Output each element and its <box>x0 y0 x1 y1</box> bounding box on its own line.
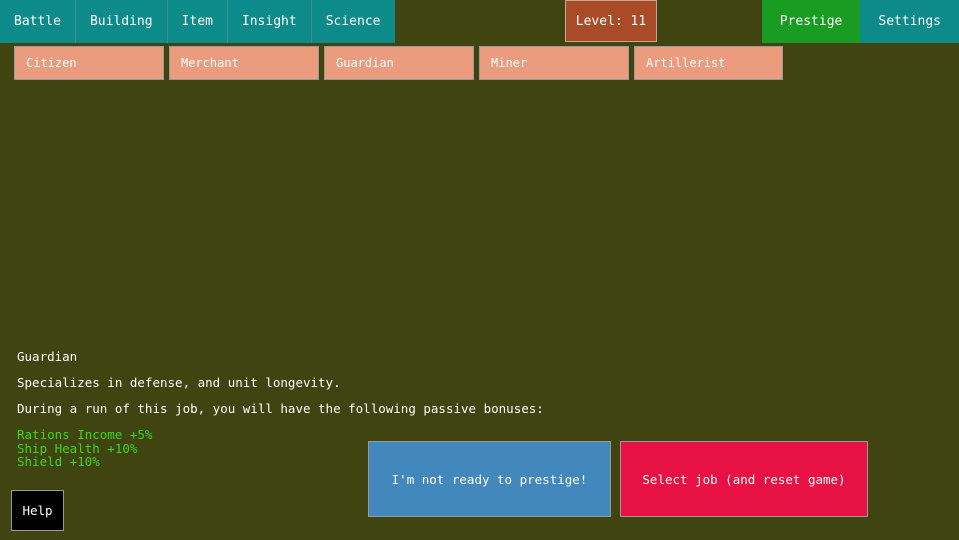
level-badge-label: Level: 11 <box>576 14 646 29</box>
nav-item-science-label: Science <box>326 14 381 29</box>
job-tab-merchant-label: Merchant <box>181 56 239 70</box>
job-bonus-rations-income: Rations Income +5% <box>17 428 717 442</box>
nav-right-group: Prestige Settings <box>762 0 959 43</box>
not-ready-to-prestige-button[interactable]: I'm not ready to prestige! <box>368 441 611 517</box>
top-navigation-bar: Battle Building Item Insight Science Lev… <box>0 0 959 43</box>
nav-item-building[interactable]: Building <box>76 0 168 43</box>
nav-item-prestige[interactable]: Prestige <box>762 0 861 43</box>
help-button-label: Help <box>22 503 52 518</box>
nav-item-building-label: Building <box>90 14 153 29</box>
job-description-panel: Guardian Specializes in defense, and uni… <box>17 350 717 469</box>
job-tab-citizen-label: Citizen <box>26 56 77 70</box>
nav-item-battle[interactable]: Battle <box>0 0 76 43</box>
nav-item-insight[interactable]: Insight <box>228 0 312 43</box>
job-tab-citizen[interactable]: Citizen <box>14 46 164 80</box>
job-name-heading: Guardian <box>17 350 717 363</box>
help-button[interactable]: Help <box>11 490 64 531</box>
nav-item-item-label: Item <box>182 14 213 29</box>
job-bonus-list: Rations Income +5% Ship Health +10% Shie… <box>17 428 717 469</box>
job-tab-merchant[interactable]: Merchant <box>169 46 319 80</box>
job-tab-row: Citizen Merchant Guardian Miner Artiller… <box>0 46 959 80</box>
nav-item-settings-label: Settings <box>878 14 941 29</box>
level-badge: Level: 11 <box>565 0 657 42</box>
nav-item-science[interactable]: Science <box>312 0 395 43</box>
nav-item-settings[interactable]: Settings <box>860 0 959 43</box>
job-tab-miner-label: Miner <box>491 56 527 70</box>
job-tab-miner[interactable]: Miner <box>479 46 629 80</box>
job-bonus-ship-health: Ship Health +10% <box>17 442 717 456</box>
job-specialization-text: Specializes in defense, and unit longevi… <box>17 376 717 389</box>
nav-item-battle-label: Battle <box>14 14 61 29</box>
select-job-reset-game-button[interactable]: Select job (and reset game) <box>620 441 868 517</box>
job-bonus-shield: Shield +10% <box>17 455 717 469</box>
job-tab-guardian[interactable]: Guardian <box>324 46 474 80</box>
nav-item-item[interactable]: Item <box>168 0 228 43</box>
nav-left-group: Battle Building Item Insight Science <box>0 0 395 43</box>
select-job-reset-game-label: Select job (and reset game) <box>642 472 845 487</box>
job-tab-artillerist[interactable]: Artillerist <box>634 46 783 80</box>
job-bonus-intro-text: During a run of this job, you will have … <box>17 402 717 415</box>
nav-item-prestige-label: Prestige <box>780 14 843 29</box>
nav-item-insight-label: Insight <box>242 14 297 29</box>
job-tab-artillerist-label: Artillerist <box>646 56 725 70</box>
not-ready-to-prestige-label: I'm not ready to prestige! <box>392 472 588 487</box>
job-tab-guardian-label: Guardian <box>336 56 394 70</box>
